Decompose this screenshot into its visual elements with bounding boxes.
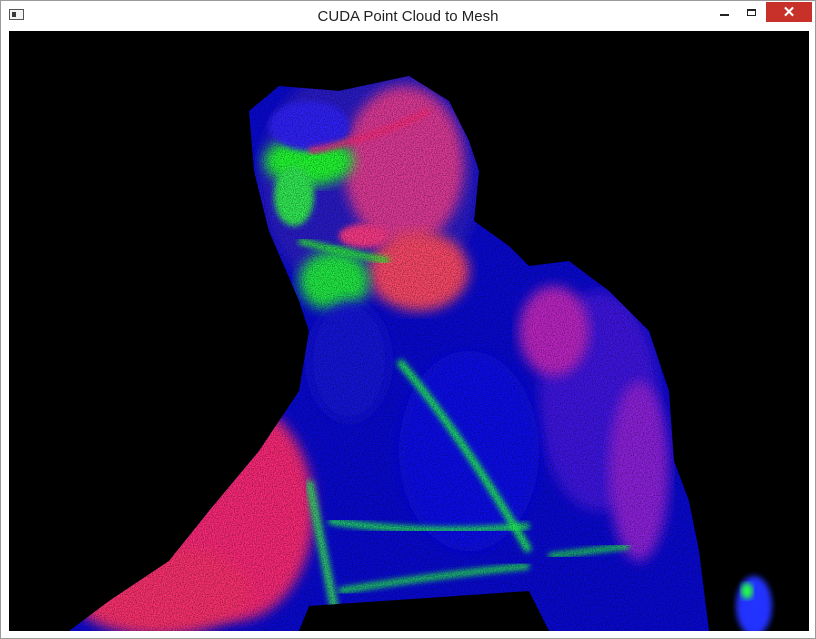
close-icon: ✕ (782, 3, 796, 21)
window-title: CUDA Point Cloud to Mesh (317, 8, 499, 25)
title-bar[interactable]: CUDA Point Cloud to Mesh ✕ (1, 1, 815, 31)
point-cloud-render (69, 31, 809, 631)
point-cloud-viewport[interactable] (9, 31, 809, 631)
minimize-icon (719, 14, 729, 16)
maximize-icon (746, 8, 756, 16)
app-window: CUDA Point Cloud to Mesh ✕ (0, 0, 816, 639)
minimize-button[interactable] (711, 2, 737, 22)
close-button[interactable]: ✕ (766, 2, 812, 22)
mesh-fragment (736, 576, 772, 631)
maximize-button[interactable] (738, 2, 764, 22)
